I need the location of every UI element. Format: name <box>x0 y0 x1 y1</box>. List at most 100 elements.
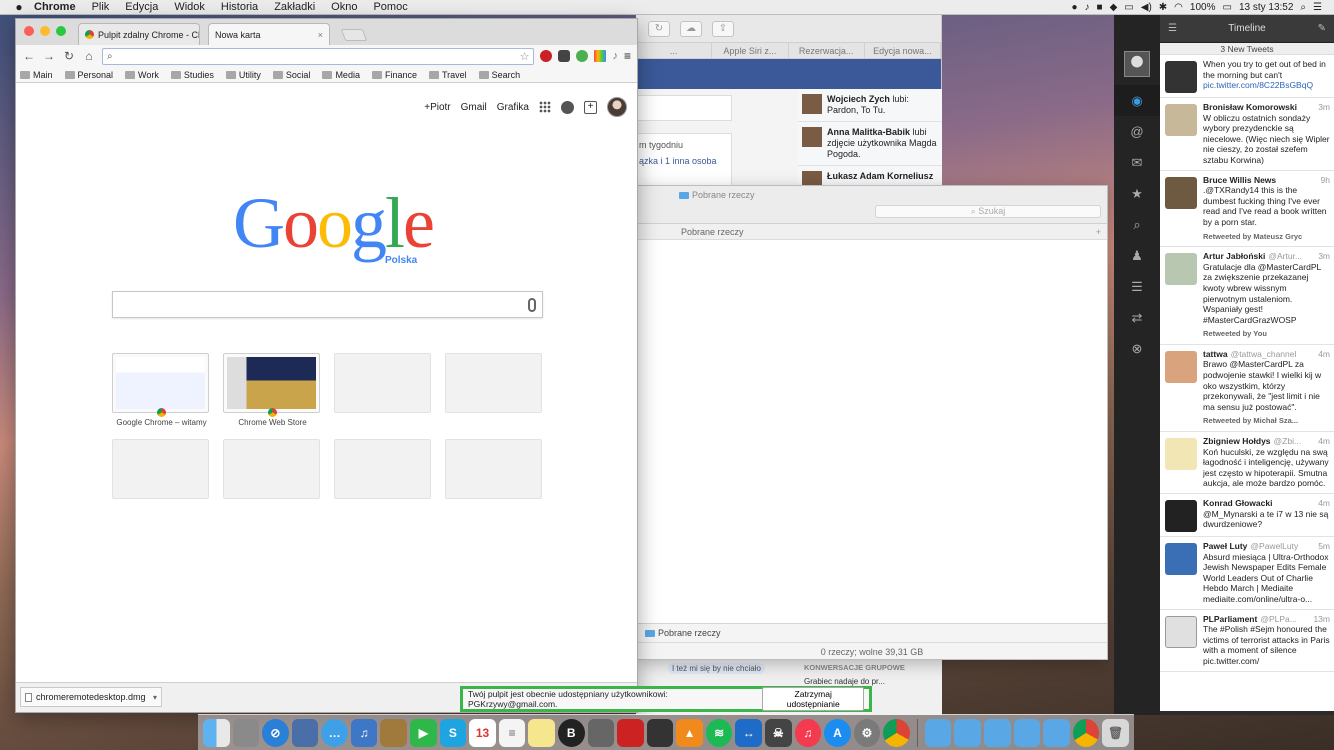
vlc-dock-icon[interactable]: ▲ <box>676 718 703 747</box>
menu-icon[interactable]: ☰ <box>1168 23 1177 34</box>
pirate-dock-icon[interactable]: ☠ <box>764 718 792 747</box>
mute-icon[interactable]: ⊗ <box>1114 333 1160 364</box>
notes-dock-icon[interactable] <box>528 718 555 747</box>
tweet-author[interactable]: Paweł Luty <box>1203 541 1247 552</box>
apple-menu-icon[interactable]: ● <box>12 0 26 14</box>
pocket-icon[interactable] <box>558 50 571 62</box>
calendar-dock-icon[interactable]: 13 <box>469 718 496 747</box>
clock[interactable]: 13 sty 13:52 <box>1239 2 1293 13</box>
ticker-item[interactable]: Wojciech Zych lubi: Pardon, To Tu. <box>798 89 942 122</box>
dropbox-icon[interactable]: ◆ <box>1110 2 1118 13</box>
share-icon[interactable]: ⇪ <box>712 20 734 37</box>
folder-dock-icon[interactable] <box>954 718 981 747</box>
tweet[interactable]: When you try to get out of bed in the mo… <box>1160 55 1334 98</box>
menu-widok[interactable]: Widok <box>166 1 213 13</box>
bookmark-work[interactable]: Work <box>125 70 159 80</box>
bg-tab-1[interactable]: ... <box>636 43 713 58</box>
finder-tab-label[interactable]: Pobrane rzeczy <box>681 227 744 237</box>
omnibox[interactable]: ⌕ ☆ <box>102 47 535 65</box>
bg-snippet-2[interactable]: ązka i 1 inna osoba <box>639 156 729 166</box>
timeline-icon[interactable]: ◉ <box>1114 85 1160 116</box>
lists-icon[interactable]: ☰ <box>1114 271 1160 302</box>
battery-icon[interactable]: ▭ <box>1222 2 1231 13</box>
add-tab-icon[interactable]: + <box>1096 224 1101 240</box>
tweet-author[interactable]: Bruce Willis News <box>1203 175 1276 186</box>
contacts-dock-icon[interactable] <box>380 718 408 747</box>
bookmark-main[interactable]: Main <box>20 70 53 80</box>
new-tweets-banner[interactable]: 3 New Tweets <box>1160 43 1334 55</box>
stop-sharing-button[interactable]: Zatrzymaj udostępnianie <box>762 687 864 711</box>
tweet[interactable]: tattwa @tattwa_channel 4m Brawo @MasterCar… <box>1160 345 1334 433</box>
messages-dock-icon[interactable]: … <box>321 718 348 747</box>
tweet[interactable]: Bronisław Komorowski 3m W obliczu ostatni… <box>1160 98 1334 171</box>
tile-empty[interactable] <box>112 439 209 499</box>
bg-tab-4[interactable]: Edycja nowa... <box>865 43 941 58</box>
bg-tab-3[interactable]: Rezerwacja... <box>789 43 865 58</box>
favorites-icon[interactable]: ★ <box>1114 178 1160 209</box>
ticker-item[interactable]: Anna Malitka-Babik lubi zdjęcie użytkown… <box>798 122 942 166</box>
download-item[interactable]: chromeremotedesktop.dmg ▾ <box>20 687 162 707</box>
notification-bell-icon[interactable]: ♪ <box>1085 2 1090 13</box>
menu-edycja[interactable]: Edycja <box>117 1 166 13</box>
bookmark-personal[interactable]: Personal <box>64 70 113 80</box>
bookmark-media[interactable]: Media <box>322 70 360 80</box>
evernote-ext-icon[interactable] <box>576 50 589 62</box>
app-store-dock-icon[interactable]: A <box>824 718 851 747</box>
home-icon[interactable]: ⌂ <box>82 49 96 63</box>
back-icon[interactable]: ← <box>22 49 36 63</box>
tile-empty[interactable] <box>445 353 542 413</box>
folder-dock-icon[interactable] <box>1043 718 1070 747</box>
microphone-icon[interactable] <box>528 298 536 312</box>
avatar[interactable] <box>607 97 627 117</box>
tweetbot-dock-icon[interactable]: ♫ <box>350 718 378 747</box>
apps-grid-icon[interactable] <box>539 101 551 113</box>
system-preferences-dock-icon[interactable]: ⚙ <box>853 718 881 747</box>
group-item[interactable]: Grabiec nadaje do pr... <box>804 677 885 686</box>
menu-zakladki[interactable]: Zakładki <box>266 1 323 13</box>
search-icon[interactable]: ⌕ <box>1114 209 1160 240</box>
avatar[interactable] <box>1124 51 1150 77</box>
itunes-dock-icon[interactable]: ♫ <box>794 718 822 747</box>
messages-icon[interactable]: ✉ <box>1114 147 1160 178</box>
menu-plik[interactable]: Plik <box>84 1 118 13</box>
menu-historia[interactable]: Historia <box>213 1 266 13</box>
tab-close-icon[interactable]: × <box>318 30 323 40</box>
tweet[interactable]: Paweł Luty @PawelLuty 5m Absurd miesiąca |… <box>1160 537 1334 610</box>
volume-icon[interactable]: ◀) <box>1141 2 1152 13</box>
bluetooth-icon[interactable]: ✱ <box>1159 2 1167 13</box>
share-plus-icon[interactable]: + <box>584 100 597 114</box>
tile-chrome-web-store[interactable]: Chrome Web Store <box>223 353 320 427</box>
photo-slideshow-dock-icon[interactable] <box>232 718 260 747</box>
tweet[interactable]: Artur Jabłoński @Artur... 3m Gratulacje dl… <box>1160 247 1334 345</box>
wifi-icon[interactable]: ◠ <box>1174 2 1183 13</box>
books-dock-icon[interactable] <box>587 718 615 747</box>
tweet-author[interactable]: Konrad Głowacki <box>1203 498 1272 509</box>
tweet-author[interactable]: Artur Jabłoński <box>1203 251 1265 262</box>
safari-dock-icon[interactable]: ⊘ <box>262 718 289 747</box>
downloads-dock-icon[interactable] <box>1013 718 1041 747</box>
bookmark-studies[interactable]: Studies <box>170 70 214 80</box>
tile-empty[interactable] <box>334 353 431 413</box>
icloud-icon[interactable]: ☁ <box>680 20 702 37</box>
tweet-author[interactable]: tattwa <box>1203 349 1228 360</box>
folder-dock-icon[interactable] <box>924 718 952 747</box>
bookmark-star-icon[interactable]: ☆ <box>520 50 530 63</box>
profile-icon[interactable]: ♟ <box>1114 240 1160 271</box>
tweet-author[interactable]: Bronisław Komorowski <box>1203 102 1297 113</box>
menu-pomoc[interactable]: Pomoc <box>365 1 415 13</box>
forward-icon[interactable]: → <box>42 49 56 63</box>
tweet[interactable]: Zbigniew Hołdys @Zbi... 4m Koń huculski, z… <box>1160 432 1334 494</box>
tweet[interactable]: Konrad Głowacki 4m @M_Mynarski a te i7 w … <box>1160 494 1334 537</box>
tweet-author[interactable]: Zbigniew Hołdys <box>1203 436 1271 447</box>
bg-tab-2[interactable]: Apple Siri z... <box>712 43 789 58</box>
notifications-icon[interactable] <box>561 100 574 114</box>
notifications-bell-icon[interactable]: ♪ <box>612 50 618 62</box>
chrome-menu-icon[interactable]: ≡ <box>624 49 631 63</box>
reminders-dock-icon[interactable]: ≡ <box>498 718 526 747</box>
zoom-window-button[interactable] <box>56 26 66 36</box>
comic-dock-icon[interactable] <box>646 718 674 747</box>
bookmark-search[interactable]: Search <box>478 70 520 80</box>
minimize-window-button[interactable] <box>40 26 50 36</box>
tile-empty[interactable] <box>223 439 320 499</box>
tile-chrome-welcome[interactable]: Google Chrome – witamy <box>112 353 209 427</box>
